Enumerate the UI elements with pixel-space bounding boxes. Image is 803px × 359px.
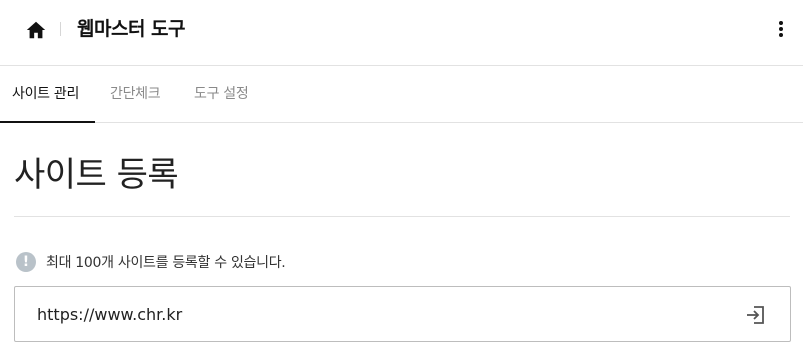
register-site-button[interactable] xyxy=(744,303,768,327)
page-title: 사이트 등록 xyxy=(14,155,179,195)
more-options-button[interactable] xyxy=(775,20,787,40)
app-title: 웹마스터 도구 xyxy=(77,18,186,40)
home-button[interactable] xyxy=(25,19,47,41)
more-vertical-icon xyxy=(775,21,787,37)
tab-site-management[interactable]: 사이트 관리 xyxy=(0,66,95,123)
app-header: 웹마스터 도구 xyxy=(0,0,803,66)
site-url-field xyxy=(14,286,791,342)
home-icon xyxy=(26,21,46,39)
site-url-input[interactable] xyxy=(37,287,717,341)
header-divider xyxy=(60,22,61,36)
info-text: 최대 100개 사이트를 등록할 수 있습니다. xyxy=(46,255,286,271)
tab-bar: 사이트 관리 간단체크 도구 설정 xyxy=(0,66,803,123)
enter-arrow-icon xyxy=(747,306,764,324)
title-divider xyxy=(14,216,790,217)
info-notice: ! 최대 100개 사이트를 등록할 수 있습니다. xyxy=(16,251,286,273)
tab-quick-check[interactable]: 간단체크 xyxy=(110,66,161,123)
exclamation-circle-icon: ! xyxy=(16,252,36,272)
tab-tool-settings[interactable]: 도구 설정 xyxy=(194,66,249,123)
